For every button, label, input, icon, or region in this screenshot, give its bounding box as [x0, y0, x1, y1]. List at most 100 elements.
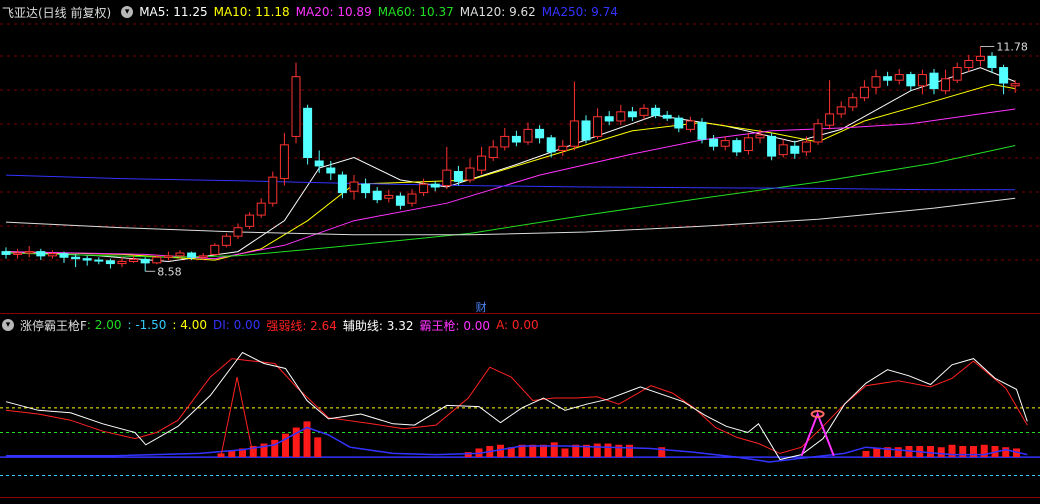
candle-body — [372, 190, 382, 201]
candle-body — [917, 74, 927, 87]
candle — [372, 186, 382, 204]
candle — [488, 139, 498, 161]
ma10-label: MA10: 11.18 — [213, 5, 290, 19]
candle — [604, 111, 614, 126]
candle-body — [477, 155, 487, 171]
indicator-value-1: : 2.00 — [86, 318, 122, 332]
candle — [279, 132, 289, 186]
candle-body — [163, 255, 173, 258]
auxiliary-line — [5, 351, 1028, 461]
indicator-panel-header: ▾ 涨停霸王枪F : 2.00 : -1.50 : 4.00 DI: 0.00 … — [0, 314, 545, 336]
candle — [836, 101, 846, 119]
financial-report-marker[interactable]: 财 — [476, 300, 487, 314]
candle-body — [604, 116, 614, 122]
candle — [210, 243, 220, 256]
candle-body — [546, 137, 556, 153]
candle — [593, 108, 603, 140]
candle — [140, 257, 150, 272]
candle-body — [871, 76, 881, 88]
price-annotations: 11.78 8.58 财 — [145, 40, 1028, 314]
candle-body — [639, 107, 649, 116]
candle — [268, 171, 278, 207]
candle-body — [465, 167, 475, 181]
gear-icon[interactable]: ▾ — [2, 319, 14, 331]
candle-body — [859, 86, 869, 99]
candle-body — [500, 135, 510, 148]
a-value: A: 0.00 — [496, 318, 539, 332]
candle-body — [825, 113, 835, 126]
stock-chart-canvas[interactable]: 11.78 8.58 财 — [0, 0, 1040, 504]
candle-body — [906, 74, 916, 87]
candle-body — [813, 123, 823, 143]
candle — [245, 212, 255, 230]
candle — [917, 69, 927, 95]
candle-body — [674, 117, 684, 129]
candle — [221, 233, 231, 248]
candle-body — [883, 76, 893, 81]
candle — [964, 54, 974, 72]
candle-body — [987, 55, 997, 69]
indicator-reference-lines — [0, 407, 1040, 477]
candle — [477, 146, 487, 175]
candle — [813, 118, 823, 145]
candle — [36, 248, 46, 261]
candle-body — [384, 194, 394, 199]
indicator-lines — [5, 351, 1028, 463]
candle-body — [13, 252, 23, 255]
candle-body — [535, 128, 545, 139]
candle-body — [361, 183, 371, 194]
candle — [975, 46, 985, 67]
candle — [163, 251, 173, 261]
candle-body — [1010, 83, 1020, 87]
ma20-line — [5, 108, 1016, 260]
ma60-line — [5, 145, 1016, 258]
candle-body — [801, 141, 811, 153]
a-bar — [937, 447, 945, 458]
candle-body — [337, 174, 347, 194]
ma5-label: MA5: 11.25 — [139, 5, 208, 19]
gear-icon[interactable]: ▾ — [121, 6, 134, 18]
candle — [883, 71, 893, 86]
candle — [941, 69, 951, 95]
candle-body — [755, 134, 765, 139]
candle-body — [720, 140, 730, 147]
candle-body — [140, 258, 150, 264]
candle — [59, 251, 69, 263]
candle-body — [419, 183, 429, 194]
candle-body — [279, 144, 289, 180]
strength-line-value: 强弱线: 2.64 — [266, 318, 337, 333]
candle-body — [117, 260, 127, 265]
candle-body — [848, 97, 858, 108]
candle-body — [59, 253, 69, 258]
candle-body — [291, 76, 301, 137]
candle-body — [198, 255, 208, 258]
candle-body — [488, 146, 498, 158]
candle-body — [82, 258, 92, 261]
candle-body — [129, 258, 139, 262]
candle-body — [430, 183, 440, 188]
candle — [523, 122, 533, 145]
candle — [685, 116, 695, 133]
a-bar — [927, 446, 934, 458]
candle-body — [790, 145, 800, 154]
candle-body — [894, 74, 904, 81]
ma120-line — [5, 197, 1016, 236]
candle — [303, 104, 313, 165]
candle — [790, 140, 800, 159]
candle — [361, 178, 371, 199]
candle-body — [511, 135, 521, 143]
candle — [569, 81, 579, 151]
candle — [767, 132, 777, 161]
candle — [47, 250, 57, 259]
candle — [94, 257, 104, 265]
ma60-label: MA60: 10.37 — [377, 5, 454, 19]
a-bar — [1002, 447, 1010, 458]
candle — [732, 137, 742, 157]
candle-body — [175, 252, 185, 257]
indicator-bars — [217, 421, 1020, 458]
candle-body — [71, 256, 81, 260]
candle-body — [767, 135, 777, 157]
ma250-label: MA250: 9.74 — [541, 5, 618, 19]
di-value: DI: 0.00 — [212, 318, 261, 332]
candle — [952, 62, 962, 84]
